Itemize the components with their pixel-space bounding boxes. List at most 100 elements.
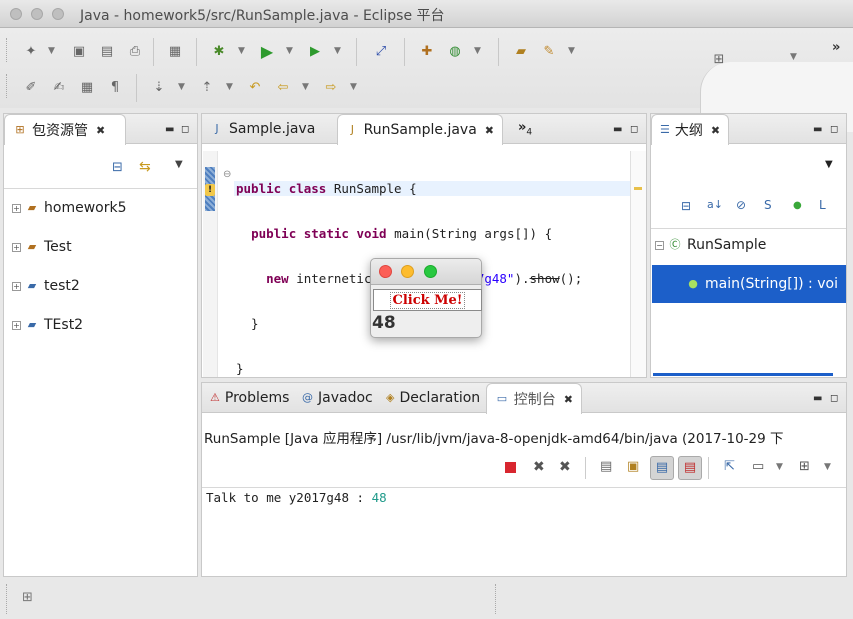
- run-icon[interactable]: ▶: [258, 42, 276, 61]
- open-console-dropdown-icon[interactable]: ▼: [824, 462, 831, 472]
- hide-fields-icon[interactable]: ⊘: [736, 198, 746, 212]
- minimize-window-button[interactable]: [31, 8, 43, 20]
- hide-static-icon[interactable]: S: [764, 198, 772, 212]
- expand-icon[interactable]: +: [12, 320, 21, 330]
- collapse-all-icon[interactable]: ⊟: [681, 199, 691, 213]
- expand-icon[interactable]: +: [12, 203, 21, 213]
- highlight-icon[interactable]: ✍: [50, 78, 68, 96]
- back-dropdown-icon[interactable]: ▼: [302, 82, 309, 92]
- toggle-mark-icon[interactable]: ✐: [22, 78, 40, 96]
- forward-icon[interactable]: ⇨: [322, 78, 340, 96]
- tab-outline[interactable]: ☰ 大纲 ✖: [651, 114, 729, 145]
- toolbar-grip[interactable]: [6, 38, 8, 62]
- console-output-line[interactable]: Talk to me y2017g48 : 48: [206, 490, 387, 505]
- prev-annotation-icon[interactable]: ⇡: [198, 78, 216, 96]
- minimize-icon[interactable]: ▬: [613, 124, 622, 135]
- hide-local-types-icon[interactable]: L: [819, 198, 826, 212]
- tab-sample-java[interactable]: J Sample.java: [202, 114, 336, 144]
- overview-ruler[interactable]: [630, 151, 646, 377]
- show-whitespace-icon[interactable]: ¶: [106, 78, 124, 96]
- tree-item-test2[interactable]: + ▰ test2: [12, 275, 80, 297]
- minimize-icon[interactable]: ▬: [813, 393, 822, 404]
- open-perspective-icon[interactable]: ⊞: [710, 50, 728, 68]
- run-dropdown-icon[interactable]: ▼: [286, 46, 293, 56]
- maximize-icon[interactable]: ◻: [830, 393, 838, 404]
- debug-dropdown-icon[interactable]: ▼: [238, 46, 245, 56]
- outline-method-item[interactable]: ● main(String[]) : voi: [652, 265, 846, 303]
- maximize-icon[interactable]: ◻: [830, 124, 838, 135]
- binary-icon[interactable]: ▦: [166, 42, 184, 60]
- save-all-icon[interactable]: ▤: [98, 42, 116, 60]
- block-selection-icon[interactable]: ▦: [78, 78, 96, 96]
- collapse-all-icon[interactable]: ⊟: [112, 160, 123, 175]
- skip-breakpoints-icon[interactable]: ⤢: [372, 42, 390, 60]
- new-package-icon[interactable]: ✚: [418, 42, 436, 60]
- close-icon[interactable]: ✖: [485, 124, 494, 137]
- maximize-window-button[interactable]: [52, 8, 64, 20]
- new-class-icon[interactable]: ◍: [446, 42, 464, 60]
- print-icon[interactable]: ⎙: [126, 42, 144, 60]
- new-class-dropdown-icon[interactable]: ▼: [474, 46, 481, 56]
- outline-class-item[interactable]: − Ⓒ RunSample: [655, 234, 766, 256]
- new-icon[interactable]: ✦: [22, 42, 40, 60]
- forward-dropdown-icon[interactable]: ▼: [350, 82, 357, 92]
- warning-marker[interactable]: [634, 187, 642, 190]
- run-external-icon[interactable]: ▶: [306, 42, 324, 60]
- open-type-icon[interactable]: ▰: [512, 42, 530, 60]
- toolbar-grip[interactable]: [6, 74, 8, 98]
- tab-console[interactable]: ▭ 控制台 ✖: [486, 383, 582, 414]
- close-icon[interactable]: ✖: [564, 393, 573, 406]
- close-icon[interactable]: ✖: [711, 124, 720, 137]
- next-annotation-icon[interactable]: ⇣: [150, 78, 168, 96]
- tree-item-homework5[interactable]: + ▰ homework5: [12, 197, 126, 219]
- open-console-icon[interactable]: ⊞: [799, 459, 810, 474]
- sort-icon[interactable]: a↓: [707, 198, 723, 211]
- minimize-icon[interactable]: ▬: [813, 124, 822, 135]
- fast-view-icon[interactable]: ⊞: [22, 590, 33, 605]
- expand-icon[interactable]: +: [12, 242, 21, 252]
- toolbar-overflow-icon[interactable]: »: [832, 40, 840, 55]
- tree-item-test2-upper[interactable]: + ▰ TEst2: [12, 314, 83, 336]
- scroll-indicator[interactable]: [653, 373, 833, 376]
- display-console-dropdown-icon[interactable]: ▼: [776, 462, 783, 472]
- external-dropdown-icon[interactable]: ▼: [334, 46, 341, 56]
- maximize-icon[interactable]: ◻: [181, 124, 189, 135]
- collapse-icon[interactable]: −: [655, 240, 664, 250]
- debug-icon[interactable]: ✱: [210, 42, 228, 60]
- task-dropdown-icon[interactable]: ▼: [568, 46, 575, 56]
- hide-nonpublic-icon[interactable]: ●: [793, 200, 802, 211]
- tab-runsample-java[interactable]: J RunSample.java ✖: [337, 114, 503, 145]
- close-window-button[interactable]: [10, 8, 22, 20]
- swing-minimize-button[interactable]: [401, 265, 414, 278]
- display-console-icon[interactable]: ▭: [752, 459, 764, 474]
- tab-problems[interactable]: ⚠ Problems: [202, 383, 294, 413]
- maximize-icon[interactable]: ◻: [630, 124, 638, 135]
- tab-package-explorer[interactable]: ⊞ 包资源管 ✖: [4, 114, 126, 145]
- fold-icon[interactable]: ⊖: [223, 169, 231, 180]
- open-task-icon[interactable]: ✎: [540, 42, 558, 60]
- show-stderr-icon[interactable]: ▤: [678, 456, 702, 480]
- expand-icon[interactable]: +: [12, 281, 21, 291]
- show-stdout-icon[interactable]: ▤: [650, 456, 674, 480]
- view-menu-icon[interactable]: ▼: [825, 159, 833, 170]
- pin-console-icon[interactable]: ⇱: [724, 459, 735, 474]
- remove-all-icon[interactable]: ✖: [559, 459, 571, 475]
- perspective-dropdown-icon[interactable]: ▼: [790, 52, 797, 62]
- back-icon[interactable]: ⇦: [274, 78, 292, 96]
- terminate-icon[interactable]: [505, 462, 516, 473]
- scroll-lock-icon[interactable]: ▣: [627, 459, 639, 474]
- last-edit-icon[interactable]: ↶: [246, 78, 264, 96]
- save-icon[interactable]: ▣: [70, 42, 88, 60]
- swing-maximize-button[interactable]: [424, 265, 437, 278]
- swing-close-button[interactable]: [379, 265, 392, 278]
- minimize-icon[interactable]: ▬: [165, 124, 174, 135]
- warning-icon[interactable]: !: [205, 184, 215, 196]
- clear-console-icon[interactable]: ▤: [600, 459, 612, 474]
- editor-overflow-icon[interactable]: »4: [518, 120, 532, 138]
- remove-launch-icon[interactable]: ✖: [533, 459, 545, 475]
- new-dropdown-icon[interactable]: ▼: [48, 46, 55, 56]
- view-menu-icon[interactable]: ▼: [175, 159, 183, 170]
- tab-declaration[interactable]: ◈ Declaration: [378, 383, 486, 413]
- click-me-button[interactable]: Click Me!: [373, 289, 482, 311]
- close-icon[interactable]: ✖: [96, 124, 105, 137]
